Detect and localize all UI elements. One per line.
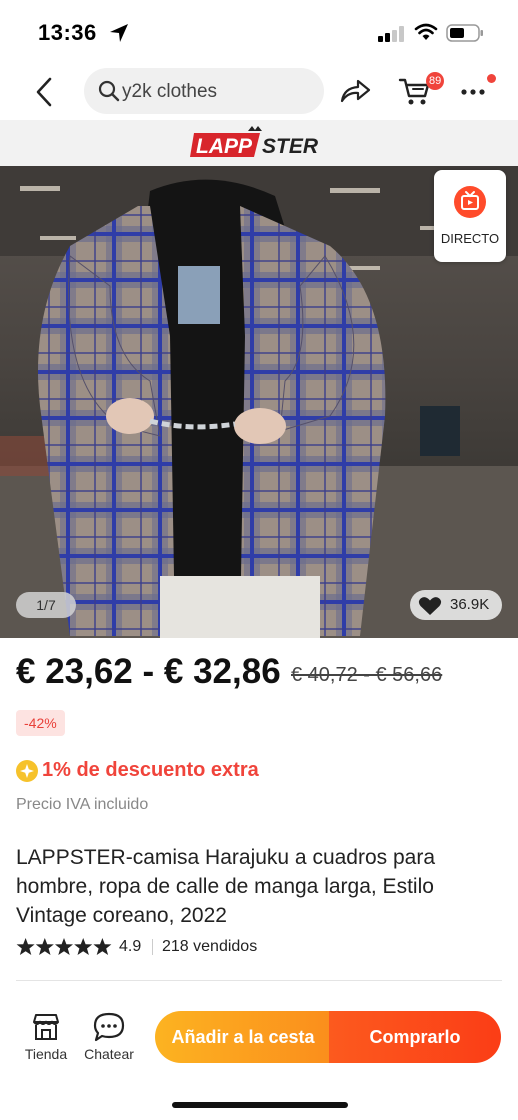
cellular-signal-icon — [378, 26, 404, 42]
search-input[interactable]: y2k clothes — [84, 68, 324, 114]
shop-button[interactable]: Tienda — [18, 1010, 74, 1064]
cart-count-badge: 89 — [426, 72, 445, 90]
more-icon[interactable] — [460, 84, 488, 100]
star-icon — [35, 938, 54, 955]
section-divider — [16, 980, 502, 981]
likes-count: 36.9K — [450, 596, 490, 613]
star-icon — [16, 938, 35, 955]
add-to-cart-button[interactable]: Añadir a la cesta — [155, 1011, 331, 1063]
top-nav: y2k clothes 89 — [0, 66, 518, 118]
vat-note: Precio IVA incluido — [16, 796, 149, 813]
bottom-action-bar: Tienda Chatear Añadir a la cesta Comprar… — [0, 996, 518, 1084]
store-icon — [33, 1014, 59, 1040]
store-banner[interactable]: LAPP STER — [0, 120, 518, 166]
svg-text:LAPP: LAPP — [196, 135, 253, 158]
wishlist-button[interactable]: 36.9K — [410, 590, 502, 620]
product-title: LAPPSTER-camisa Harajuku a cuadros para … — [16, 846, 436, 927]
chat-label: Chatear — [84, 1046, 134, 1062]
image-counter: 1/7 — [16, 592, 76, 618]
shop-label: Tienda — [24, 1046, 68, 1062]
home-indicator — [172, 1102, 348, 1108]
chat-bubble-icon — [93, 1012, 125, 1042]
store-logo: LAPP STER — [190, 126, 319, 158]
original-price: € 40,72 - € 56,66 — [291, 664, 443, 686]
rating-value: 4.9 — [119, 938, 142, 955]
extra-discount-label: 1% de descuento extra — [42, 759, 259, 781]
status-time: 13:36 — [38, 20, 97, 45]
share-icon[interactable] — [338, 76, 372, 106]
back-chevron-icon[interactable] — [28, 74, 62, 110]
rating-separator — [152, 939, 153, 955]
rating-stars — [16, 938, 112, 955]
star-icon — [55, 938, 73, 955]
live-label: DIRECTO — [440, 231, 500, 246]
search-icon — [98, 80, 120, 102]
star-icon — [74, 938, 93, 955]
heart-icon — [418, 597, 442, 615]
live-stream-button[interactable]: DIRECTO — [434, 170, 506, 262]
price-range: € 23,62 - € 32,86 — [16, 652, 281, 691]
search-query: y2k clothes — [122, 81, 218, 102]
live-tv-icon — [454, 186, 486, 218]
product-image-gallery[interactable]: DIRECTO — [0, 166, 518, 638]
sparkle-coin-icon — [16, 760, 38, 782]
buy-now-button[interactable]: Comprarlo — [329, 1011, 501, 1063]
wifi-icon — [414, 23, 438, 40]
notification-dot — [487, 74, 496, 83]
location-arrow-icon — [110, 24, 128, 42]
star-icon — [93, 938, 112, 955]
chat-button[interactable]: Chatear — [80, 1010, 138, 1064]
sold-count: 218 vendidos — [162, 938, 258, 955]
battery-icon — [446, 24, 483, 42]
status-bar: 13:36 — [0, 0, 518, 66]
discount-badge: -42% — [16, 710, 65, 736]
svg-text:STER: STER — [262, 135, 319, 158]
